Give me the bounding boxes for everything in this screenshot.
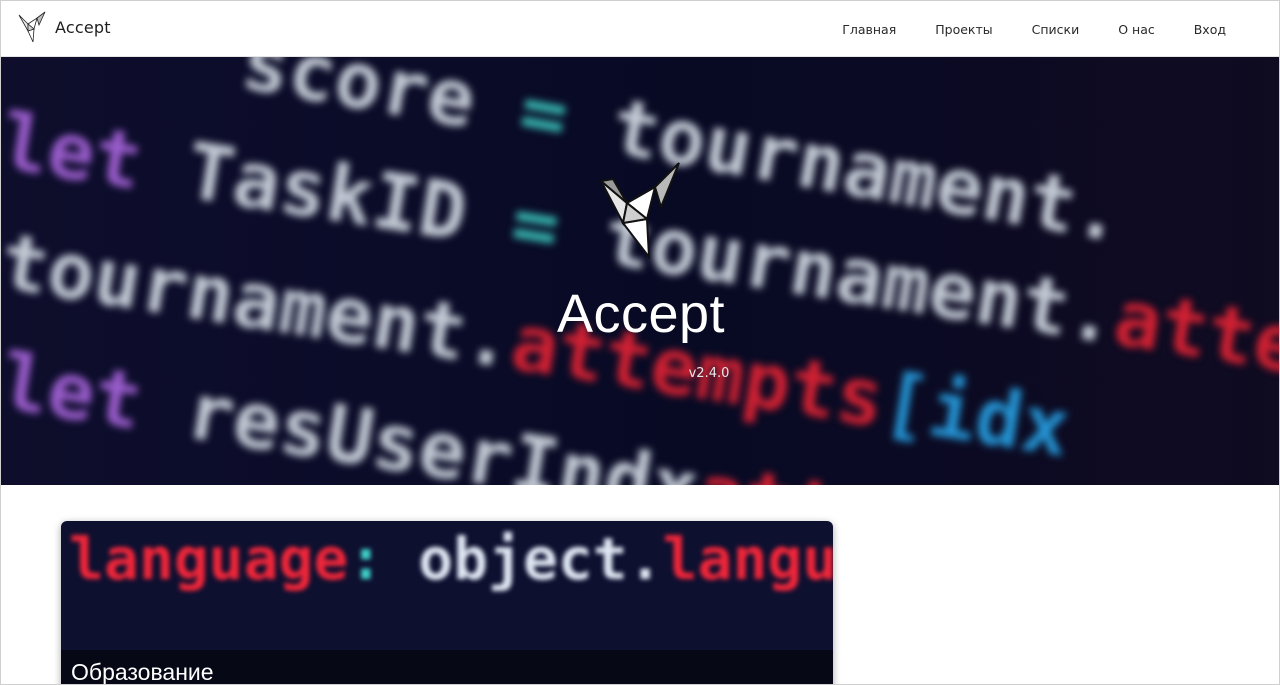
origami-bird-logo-icon: [18, 11, 46, 43]
hero-overlay: [1, 57, 1279, 485]
nav-link-about[interactable]: О нас: [1118, 22, 1155, 37]
nav-link-login[interactable]: Вход: [1194, 22, 1226, 37]
main-nav: Главная Проекты Списки О нас Вход: [842, 1, 1226, 57]
card-code-token: object.: [418, 525, 663, 593]
card-code-token: :: [348, 525, 419, 593]
card-code-token: langu: [662, 525, 833, 593]
hero-version: v2.4.0: [688, 366, 730, 381]
navbar: Accept Главная Проекты Списки О нас Вход: [1, 1, 1279, 57]
nav-link-lists[interactable]: Списки: [1032, 22, 1080, 37]
page-frame: Accept Главная Проекты Списки О нас Вход…: [0, 0, 1280, 685]
category-card-education[interactable]: language: object. langu Образование: [61, 521, 833, 685]
hero-title: Accept: [556, 284, 726, 344]
card-code-token: language: [69, 525, 349, 593]
brand-name: Accept: [55, 17, 111, 37]
card-image: language: object. langu: [61, 521, 833, 651]
origami-bird-hero-icon: [598, 162, 680, 259]
card-title: Образование: [71, 659, 214, 685]
nav-link-home[interactable]: Главная: [842, 22, 896, 37]
brand-link[interactable]: Accept: [17, 9, 111, 45]
hero-banner: score = tournament. let TaskID = tourname…: [1, 57, 1279, 485]
nav-link-projects[interactable]: Проекты: [935, 22, 992, 37]
